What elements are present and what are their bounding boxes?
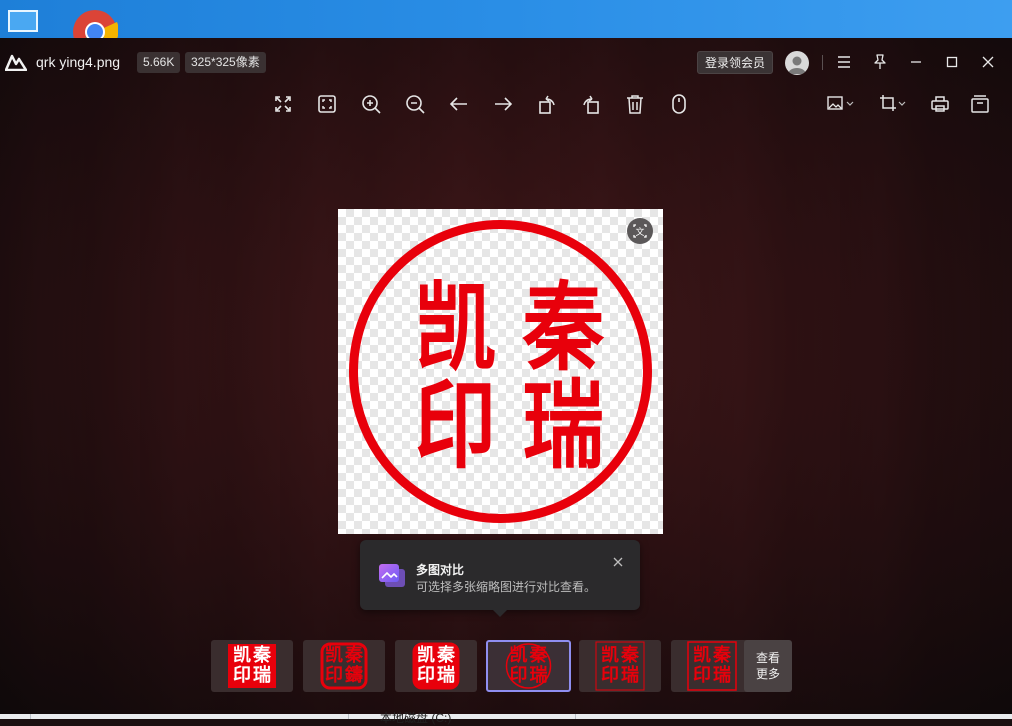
- rotate-left-icon[interactable]: [536, 93, 558, 115]
- svg-text:秦: 秦: [522, 272, 605, 385]
- view-more-label-line2: 更多: [755, 667, 780, 681]
- thumb-rounded-border[interactable]: 凯秦印鑄: [303, 640, 385, 692]
- thumbnail-stamp-char: 印: [601, 665, 619, 686]
- image-edit-icon[interactable]: [826, 93, 858, 115]
- thumbnail-stamp-char: 秦: [620, 644, 640, 666]
- thumbnail-stamp-char: 凯: [417, 644, 435, 666]
- previous-arrow-icon[interactable]: [448, 93, 470, 115]
- crop-icon[interactable]: [878, 93, 910, 115]
- zoom-out-icon[interactable]: [404, 93, 426, 115]
- explorer-window-fragment: [0, 714, 1012, 719]
- close-icon[interactable]: [978, 52, 998, 72]
- fit-window-icon[interactable]: [316, 93, 338, 115]
- avatar[interactable]: [785, 51, 809, 75]
- thumbnail-stamp-char: 凯: [325, 644, 343, 666]
- thumbnail-stamp-char: 印: [233, 665, 251, 686]
- thumbnail-stamp-char: 印: [693, 665, 711, 686]
- next-arrow-icon[interactable]: [492, 93, 514, 115]
- thumb-rounded-filled[interactable]: 凯秦印瑞: [395, 640, 477, 692]
- delete-icon[interactable]: [624, 93, 646, 115]
- login-member-button[interactable]: 登录领会员: [697, 51, 773, 74]
- seal-stamp-image: 凯 秦 印 瑞: [349, 220, 652, 523]
- thumbnail-stamp-char: 瑞: [713, 665, 731, 686]
- rotate-right-icon[interactable]: [580, 93, 602, 115]
- this-pc-desktop-icon[interactable]: [6, 8, 40, 36]
- local-disk-label: 本地磁盘 (C:): [380, 711, 452, 725]
- tooltip-title: 多图对比: [416, 563, 465, 577]
- title-bar-divider: [822, 55, 823, 70]
- maximize-icon[interactable]: [942, 52, 962, 72]
- svg-text:瑞: 瑞: [522, 370, 604, 483]
- desktop-background: [0, 0, 1012, 38]
- thumbnail-stamp-char: 凯: [693, 644, 711, 666]
- thumb-circle[interactable]: 凯秦印瑞: [486, 640, 571, 692]
- svg-text:印: 印: [414, 370, 496, 483]
- thumbnail-stamp-char: 秦: [436, 644, 456, 666]
- thumbnail-stamp-char: 瑞: [437, 665, 455, 686]
- fullscreen-icon[interactable]: [272, 93, 294, 115]
- thumb-square-filled[interactable]: 凯秦印瑞: [211, 640, 293, 692]
- file-size-badge: 5.66K: [137, 52, 181, 73]
- thumbnail-stamp-char: 凯: [510, 644, 528, 666]
- menu-icon[interactable]: [834, 52, 854, 72]
- thumbnail-stamp-char: 秦: [344, 644, 364, 666]
- thumbnail-stamp-char: 秦: [712, 644, 732, 666]
- thumb-square-outline[interactable]: 凯秦印瑞: [671, 640, 753, 692]
- main-image[interactable]: 凯 秦 印 瑞: [338, 209, 663, 534]
- translate-text-icon[interactable]: 文: [627, 218, 653, 244]
- thumbnail-stamp-char: 瑞: [530, 665, 548, 686]
- minimize-icon[interactable]: [906, 52, 926, 72]
- view-more-button[interactable]: 查看 更多: [744, 640, 792, 692]
- archive-icon[interactable]: [969, 93, 991, 115]
- pin-icon[interactable]: [870, 52, 890, 72]
- thumbnail-stamp-char: 印: [417, 665, 435, 686]
- image-compare-icon: [377, 561, 407, 591]
- thumbnail-stamp-char: 瑞: [621, 665, 639, 686]
- tooltip-close-icon[interactable]: [610, 554, 626, 570]
- thumbnail-stamp-char: 印: [510, 665, 528, 686]
- tooltip-arrow: [492, 609, 508, 617]
- thumbnail-stamp-char: 凯: [233, 644, 251, 666]
- thumbnail-stamp-char: 印: [325, 665, 343, 686]
- zoom-in-icon[interactable]: [360, 93, 382, 115]
- thumbnail-stamp-char: 凯: [601, 644, 619, 666]
- mouse-icon[interactable]: [668, 93, 690, 115]
- thumbnail-stamp-char: 鑄: [344, 664, 363, 686]
- thumbnail-stamp-char: 瑞: [253, 665, 271, 686]
- file-name: qrk ying4.png: [36, 54, 121, 70]
- thumbnail-stamp-char: 秦: [529, 644, 549, 666]
- image-dimensions-badge: 325*325像素: [185, 52, 266, 73]
- tooltip-description: 可选择多张缩略图进行对比查看。: [416, 580, 597, 594]
- svg-text:凯: 凯: [414, 272, 496, 385]
- thumbnail-stamp-char: 秦: [252, 644, 272, 666]
- view-more-label-line1: 查看: [755, 651, 780, 665]
- thumb-square-outline-thin[interactable]: 凯秦印瑞: [579, 640, 661, 692]
- app-logo-icon: [4, 53, 28, 72]
- print-icon[interactable]: [929, 93, 951, 115]
- svg-text:文: 文: [635, 226, 644, 238]
